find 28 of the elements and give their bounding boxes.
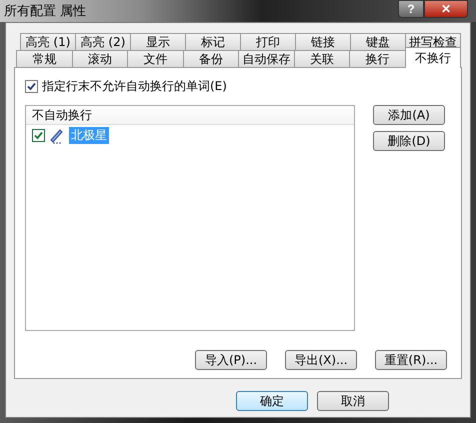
- window-title: 所有配置 属性: [4, 3, 86, 20]
- tab[interactable]: 自动保存: [238, 50, 294, 67]
- tab[interactable]: 关联: [294, 50, 350, 67]
- tab[interactable]: 备份: [182, 50, 239, 67]
- tab[interactable]: 显示: [130, 33, 186, 50]
- tab[interactable]: 高亮 (2): [75, 33, 131, 50]
- tab[interactable]: 高亮 (1): [20, 33, 76, 50]
- action-button[interactable]: 导出(X)...: [285, 350, 357, 370]
- tab[interactable]: 链接: [295, 33, 351, 50]
- dialog-button[interactable]: 取消: [317, 391, 389, 411]
- tab[interactable]: 滚动: [72, 50, 128, 67]
- checkbox-label: 指定行末不允许自动换行的单词(E): [42, 78, 227, 95]
- close-button[interactable]: ✕: [424, 0, 468, 18]
- checkbox[interactable]: [32, 129, 45, 142]
- tab[interactable]: 键盘: [350, 33, 406, 50]
- action-button[interactable]: 重置(R)...: [375, 350, 447, 370]
- tab[interactable]: 不换行: [404, 47, 461, 68]
- action-button[interactable]: 添加(A): [373, 105, 445, 125]
- tab[interactable]: 打印: [240, 33, 296, 50]
- tab[interactable]: 标记: [185, 33, 241, 50]
- checkbox[interactable]: [25, 80, 38, 93]
- dialog-button[interactable]: 确定: [236, 391, 308, 411]
- tab[interactable]: 换行: [349, 50, 406, 67]
- action-button[interactable]: 删除(D): [373, 131, 445, 151]
- action-button[interactable]: 导入(P)...: [195, 350, 267, 370]
- column-header[interactable]: 不自动换行: [26, 106, 354, 125]
- tab[interactable]: 常规: [16, 50, 72, 67]
- tab[interactable]: 文件: [127, 50, 184, 67]
